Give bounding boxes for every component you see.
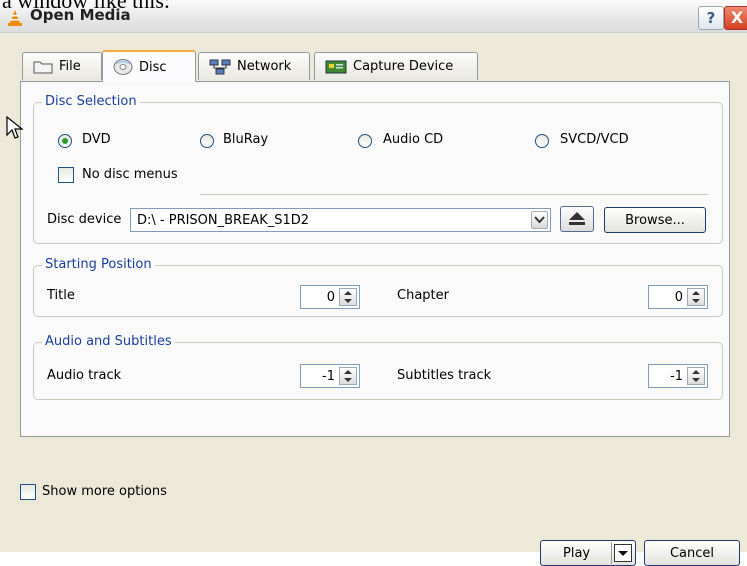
- disc-device-value: D:\ - PRISON_BREAK_S1D2: [137, 213, 310, 228]
- tab-network-label: Network: [237, 59, 292, 74]
- play-split-divider: [611, 542, 612, 564]
- show-more-options-label: Show more options: [42, 484, 167, 499]
- audio-track-spinbox[interactable]: -1: [300, 364, 360, 388]
- subtitles-track-spinner-buttons[interactable]: [687, 367, 705, 385]
- show-more-options-checkbox[interactable]: [20, 484, 36, 500]
- chapter-spinner-buttons[interactable]: [687, 288, 705, 306]
- dropdown-arrow-icon: [618, 551, 628, 556]
- starting-position-group: [33, 265, 723, 317]
- window-title: Open Media: [30, 6, 131, 24]
- radio-bluray[interactable]: [200, 134, 214, 148]
- chapter-label: Chapter: [397, 288, 449, 303]
- combobox-dropdown-button[interactable]: [531, 211, 548, 229]
- folder-icon: [33, 61, 53, 73]
- radio-audio-cd-label: Audio CD: [383, 132, 444, 147]
- capture-device-icon: [325, 60, 347, 73]
- spinner-arrows-icon: [692, 370, 700, 382]
- chapter-value: 0: [674, 290, 683, 305]
- title-value: 0: [326, 290, 335, 305]
- radio-dvd[interactable]: [58, 134, 72, 148]
- eject-icon: [569, 212, 585, 225]
- audio-track-value: -1: [322, 369, 335, 384]
- title-label: Title: [47, 288, 75, 303]
- subtitles-track-spinbox[interactable]: -1: [648, 364, 708, 388]
- spinner-arrows-icon: [344, 370, 352, 382]
- disc-device-label: Disc device: [47, 212, 122, 227]
- title-bar[interactable]: a window like this: Open Media ? X: [0, 0, 747, 33]
- eject-button[interactable]: [560, 206, 594, 232]
- radio-svcd-vcd[interactable]: [535, 134, 549, 148]
- tab-capture-device-label: Capture Device: [353, 59, 454, 74]
- play-dropdown-button[interactable]: [614, 544, 632, 562]
- tab-file[interactable]: File: [22, 52, 102, 80]
- audio-track-spinner-buttons[interactable]: [339, 367, 357, 385]
- vlc-cone-icon: [8, 10, 22, 26]
- title-spinbox[interactable]: 0: [300, 285, 360, 309]
- tab-file-label: File: [59, 59, 81, 74]
- play-button-label: Play: [563, 545, 591, 561]
- title-spinner-buttons[interactable]: [339, 288, 357, 306]
- starting-position-title: Starting Position: [42, 257, 155, 272]
- radio-dvd-label: DVD: [82, 132, 111, 147]
- disc-device-combobox[interactable]: D:\ - PRISON_BREAK_S1D2: [130, 208, 551, 232]
- tab-capture-device[interactable]: Capture Device: [314, 52, 478, 80]
- radio-bluray-label: BluRay: [223, 132, 269, 147]
- help-button[interactable]: ?: [698, 6, 724, 30]
- spinner-arrows-icon: [344, 291, 352, 303]
- no-disc-menus-checkbox[interactable]: [58, 167, 74, 183]
- browse-button[interactable]: Browse...: [604, 207, 706, 233]
- audio-subtitles-group: [33, 342, 723, 400]
- spinner-arrows-icon: [692, 291, 700, 303]
- close-button[interactable]: X: [724, 6, 747, 30]
- radio-svcd-vcd-label: SVCD/VCD: [560, 132, 629, 147]
- network-icon: [209, 59, 231, 74]
- cancel-button[interactable]: Cancel: [644, 540, 740, 566]
- disc-icon: [113, 59, 133, 75]
- tab-disc-label: Disc: [139, 59, 167, 75]
- subtitles-track-value: -1: [670, 369, 683, 384]
- subtitles-track-label: Subtitles track: [397, 368, 492, 383]
- open-media-window: a window like this: Open Media ? X File …: [0, 0, 747, 566]
- tab-disc[interactable]: Disc: [102, 50, 196, 82]
- tab-network[interactable]: Network: [198, 52, 310, 80]
- audio-track-label: Audio track: [47, 368, 122, 383]
- radio-audio-cd[interactable]: [358, 134, 372, 148]
- disc-selection-title: Disc Selection: [42, 94, 140, 109]
- chapter-spinbox[interactable]: 0: [648, 285, 708, 309]
- separator-line: [200, 194, 708, 195]
- audio-subtitles-title: Audio and Subtitles: [42, 334, 175, 349]
- chevron-down-icon: [534, 216, 545, 224]
- no-disc-menus-label: No disc menus: [82, 167, 178, 182]
- mouse-cursor-icon: [6, 116, 24, 139]
